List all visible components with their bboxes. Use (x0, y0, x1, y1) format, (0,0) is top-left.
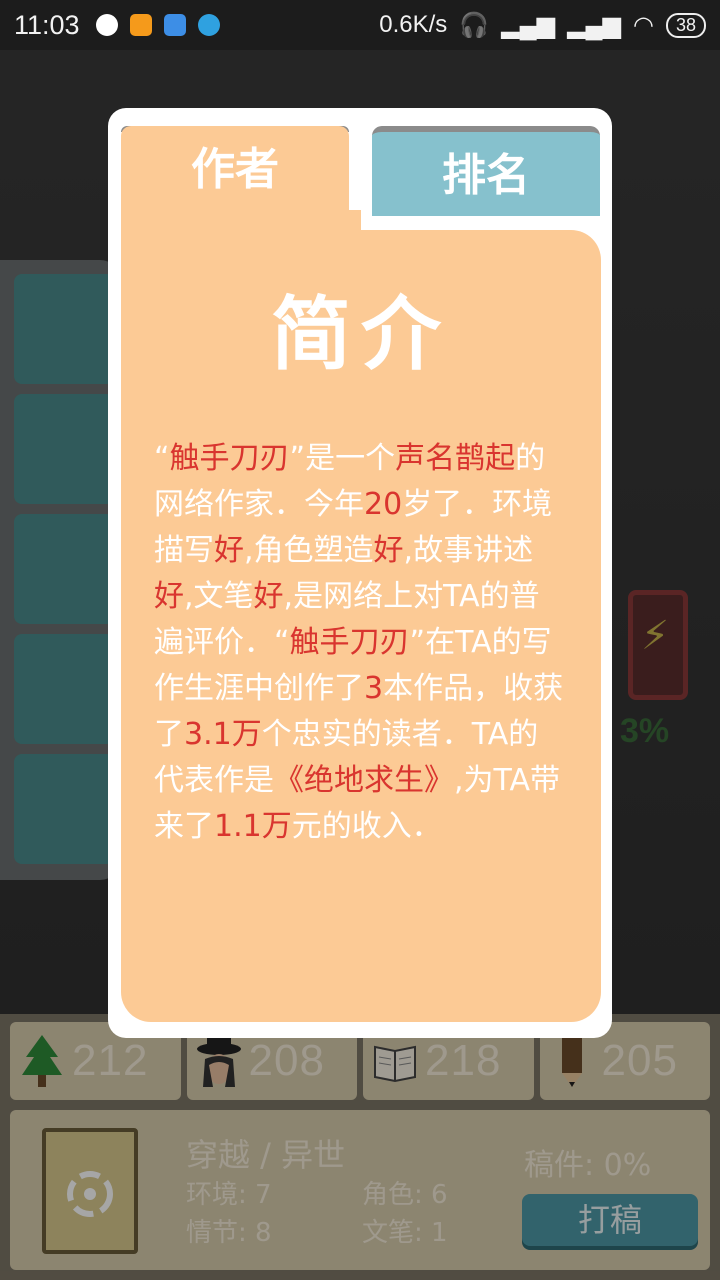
net-speed: 0.6K/s (379, 11, 448, 38)
highlight-text: 触手刀刃 (169, 441, 290, 476)
signal-icon-2: ▂▄▆ (567, 11, 622, 39)
highlight-text: 好 (373, 533, 404, 568)
status-time: 11:03 (14, 9, 80, 40)
description-text: “ (154, 441, 170, 476)
highlight-text: 3 (364, 671, 384, 706)
card-title: 简介 (271, 288, 451, 381)
description-text: ,文笔 (184, 579, 254, 614)
tab-ranking[interactable]: 排名 (372, 126, 600, 216)
signal-icon: ▂▄▆ (501, 11, 556, 39)
highlight-text: 3.1万 (184, 717, 262, 752)
battery-indicator: 38 (665, 12, 706, 38)
card-tab-join (121, 210, 361, 250)
highlight-text: 好 (253, 579, 284, 614)
highlight-text: 《绝地求生》 (274, 763, 454, 798)
status-bar: 11:03 0.6K/s 🎧 ▂▄▆ ▂▄▆ ◠ 38 (0, 0, 720, 50)
browser-icon (197, 14, 220, 36)
author-description: “触手刀刃”是一个声名鹊起的网络作家．今年20岁了．环境描写好,角色塑造好,故事… (154, 436, 568, 850)
description-text: ”是一个 (289, 441, 396, 476)
highlight-text: 1.1万 (214, 809, 292, 844)
description-text: 元的收入． (291, 809, 442, 844)
highlight-text: 声名鹊起 (395, 441, 516, 476)
app-notification-icon (95, 14, 118, 36)
message-icon (163, 14, 186, 36)
highlight-text: 触手刀刃 (289, 625, 410, 660)
highlight-text: 好 (154, 579, 184, 614)
description-text: ,故事讲述 (403, 533, 534, 568)
highlight-text: 20 (364, 487, 403, 522)
wifi-icon: ◠ (633, 11, 654, 39)
description-text: ,角色塑造 (244, 533, 374, 568)
taobao-icon (129, 14, 152, 36)
highlight-text: 好 (214, 533, 244, 568)
status-right: 0.6K/s 🎧 ▂▄▆ ▂▄▆ ◠ 38 (379, 11, 706, 40)
headphone-icon: 🎧 (459, 11, 490, 39)
